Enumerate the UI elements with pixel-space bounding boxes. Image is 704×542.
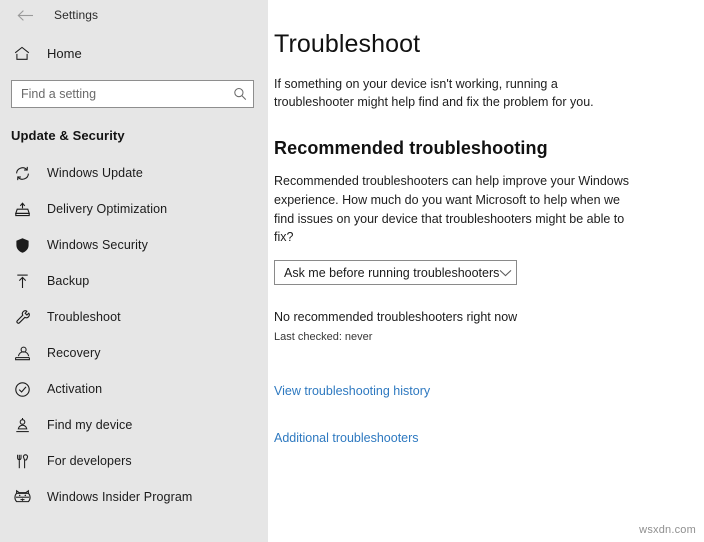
sidebar-item-label: Windows Insider Program bbox=[47, 490, 193, 504]
content-pane: Troubleshoot If something on your device… bbox=[268, 0, 704, 542]
recommended-description: Recommended troubleshooters can help imp… bbox=[274, 174, 630, 245]
wrench-icon bbox=[11, 306, 33, 328]
sidebar-item-label: Activation bbox=[47, 382, 103, 396]
sidebar-item-windows-insider-program[interactable]: Windows Insider Program bbox=[0, 479, 268, 515]
sidebar: Settings Home Update & Security bbox=[0, 0, 268, 542]
sidebar-item-label: Find my device bbox=[47, 418, 133, 432]
sidebar-item-for-developers[interactable]: For developers bbox=[0, 443, 268, 479]
app-title: Settings bbox=[54, 8, 99, 22]
sidebar-item-troubleshoot[interactable]: Troubleshoot bbox=[0, 299, 268, 335]
recommended-status-text: No recommended troubleshooters right now bbox=[274, 310, 518, 324]
dropdown-selected-value: Ask me before running troubleshooters bbox=[284, 265, 500, 280]
sidebar-item-label: Troubleshoot bbox=[47, 310, 121, 324]
search-icon[interactable] bbox=[233, 87, 247, 101]
sidebar-item-windows-security[interactable]: Windows Security bbox=[0, 227, 268, 263]
person-location-icon bbox=[11, 414, 33, 436]
recovery-icon bbox=[11, 342, 33, 364]
home-icon bbox=[11, 42, 33, 64]
search-input[interactable] bbox=[21, 81, 233, 107]
page-description: If something on your device isn't workin… bbox=[274, 76, 594, 110]
delivery-box-icon bbox=[11, 198, 33, 220]
sidebar-item-home[interactable]: Home bbox=[0, 38, 268, 68]
recommended-heading: Recommended troubleshooting bbox=[274, 138, 548, 158]
check-circle-icon bbox=[11, 378, 33, 400]
sidebar-item-recovery[interactable]: Recovery bbox=[0, 335, 268, 371]
sidebar-item-backup[interactable]: Backup bbox=[0, 263, 268, 299]
additional-troubleshooters-link[interactable]: Additional troubleshooters bbox=[274, 431, 419, 445]
sidebar-item-label: For developers bbox=[47, 454, 132, 468]
back-arrow-icon[interactable] bbox=[10, 4, 40, 26]
last-checked-text: Last checked: never bbox=[274, 331, 373, 343]
upload-arrow-icon bbox=[11, 270, 33, 292]
sidebar-item-label: Delivery Optimization bbox=[47, 202, 168, 216]
sidebar-item-windows-update[interactable]: Windows Update bbox=[0, 155, 268, 191]
tools-icon bbox=[11, 450, 33, 472]
sidebar-item-label: Windows Update bbox=[47, 166, 143, 180]
chevron-down-icon[interactable] bbox=[499, 269, 512, 277]
sidebar-item-delivery-optimization[interactable]: Delivery Optimization bbox=[0, 191, 268, 227]
sidebar-item-activation[interactable]: Activation bbox=[0, 371, 268, 407]
ninja-cat-icon bbox=[11, 486, 33, 508]
page-title: Troubleshoot bbox=[274, 30, 421, 58]
sidebar-item-label: Windows Security bbox=[47, 238, 148, 252]
title-bar: Settings bbox=[0, 0, 268, 30]
view-troubleshooting-history-link[interactable]: View troubleshooting history bbox=[274, 384, 430, 398]
recommended-troubleshooting-dropdown[interactable]: Ask me before running troubleshooters bbox=[274, 260, 517, 285]
sidebar-section-title: Update & Security bbox=[11, 128, 125, 143]
sidebar-item-label: Recovery bbox=[47, 346, 101, 360]
sidebar-nav-list: Windows Update Delivery Optimization Win… bbox=[0, 155, 268, 515]
sidebar-item-find-my-device[interactable]: Find my device bbox=[0, 407, 268, 443]
shield-icon bbox=[11, 234, 33, 256]
sidebar-item-home-label: Home bbox=[47, 45, 82, 61]
sync-icon bbox=[11, 162, 33, 184]
sidebar-item-label: Backup bbox=[47, 274, 90, 288]
search-box[interactable] bbox=[11, 80, 254, 108]
watermark: wsxdn.com bbox=[639, 524, 696, 536]
settings-window: Settings Home Update & Security bbox=[0, 0, 704, 542]
